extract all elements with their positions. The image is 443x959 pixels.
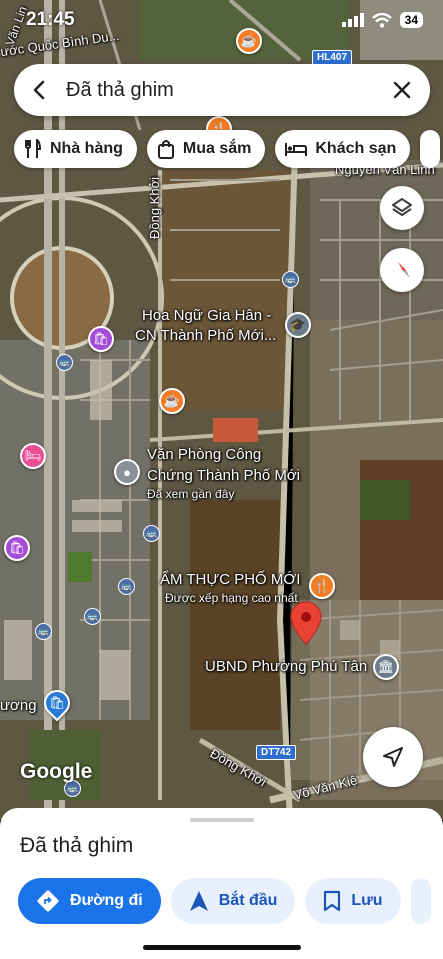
label-van-phong-line2: Chứng Thành Phố Mới (147, 467, 301, 484)
status-time: 21:45 (26, 9, 75, 30)
hotel-poi-icon[interactable]: 🛏 (20, 443, 46, 469)
chip-shopping[interactable]: Mua sắm (146, 130, 266, 168)
map-view[interactable]: HL407 DT742 ước Quốc Bình Du... Văn Lin … (0, 0, 443, 820)
sheet-drag-handle[interactable] (190, 818, 254, 822)
action-buttons: Đường đi Bắt đầu Lưu (18, 878, 431, 924)
label-am-thuc-sub: Được xếp hạng cao nhất (165, 591, 298, 605)
bus-stop-icon[interactable]: 🚌 (84, 608, 101, 625)
compass-icon (398, 262, 410, 278)
save-label: Lưu (351, 892, 383, 909)
chip-label: Khách sạn (315, 140, 397, 157)
layers-button[interactable] (380, 186, 424, 230)
road-shield-hl407: HL407 (312, 50, 353, 65)
directions-button[interactable]: Đường đi (18, 878, 161, 924)
compass-button[interactable] (380, 248, 424, 292)
bus-stop-icon[interactable]: 🚌 (118, 578, 135, 595)
recent-place-icon[interactable]: ● (114, 459, 140, 485)
shopping-bag-icon (157, 140, 174, 159)
bus-stop-icon[interactable]: 🚌 (282, 271, 299, 288)
status-bar: 21:45 34 (0, 0, 443, 40)
bus-stop-icon[interactable]: 🚌 (56, 354, 73, 371)
chip-label: Nhà hàng (50, 140, 123, 157)
shopping-poi-icon[interactable]: 🛍 (88, 326, 114, 352)
chip-label: Mua sắm (182, 140, 252, 157)
directions-icon (37, 890, 59, 912)
layers-icon (392, 198, 412, 216)
label-van-phong-line1: Văn Phòng Công (147, 446, 262, 463)
label-am-thuc: ẨM THỰC PHỐ MỚI (160, 571, 301, 588)
government-poi-icon[interactable]: 🏛 (373, 654, 399, 680)
bottom-sheet[interactable]: Đã thả ghim Đường đi Bắt đầu Lưu (0, 808, 443, 959)
category-chips: Nhà hàng Mua sắm Khách sạn (14, 130, 441, 168)
navigation-arrow-icon (383, 747, 403, 767)
battery-indicator: 34 (399, 12, 423, 28)
bus-stop-icon[interactable]: 🚌 (35, 623, 52, 640)
my-location-button[interactable] (363, 727, 423, 787)
label-dong-khoi-vertical: Đồng Khởi (147, 176, 163, 240)
cafe-poi-icon-2[interactable]: ☕ (159, 388, 185, 414)
sheet-title: Đã thả ghim (20, 834, 134, 857)
school-poi-icon[interactable]: 🎓 (285, 312, 311, 338)
google-logo: Google (20, 760, 93, 783)
start-button[interactable]: Bắt đầu (170, 878, 296, 924)
bookmark-icon (324, 890, 341, 912)
label-ubnd: UBND Phường Phú Tân (205, 658, 368, 675)
bus-stop-icon[interactable]: 🚌 (143, 525, 160, 542)
signal-icon (341, 13, 364, 27)
fork-knife-icon (25, 139, 42, 158)
label-hoa-ngu-line1: Hoa Ngữ Gia Hân - (142, 307, 272, 324)
back-button[interactable] (14, 64, 66, 116)
start-label: Bắt đầu (218, 892, 278, 909)
restaurant-poi-icon[interactable]: 🍴 (309, 573, 335, 599)
label-phuong: ương (0, 697, 37, 714)
search-query[interactable]: Đã thả ghim (66, 79, 374, 102)
search-bar[interactable]: Đã thả ghim (14, 64, 430, 116)
home-indicator (143, 945, 301, 950)
clear-search-button[interactable] (374, 64, 430, 116)
chip-restaurants[interactable]: Nhà hàng (14, 130, 137, 168)
save-button[interactable]: Lưu (305, 878, 401, 924)
dropped-pin-icon[interactable] (289, 600, 323, 646)
label-van-phong-sub: Đã xem gần đây (147, 487, 235, 501)
close-icon (393, 81, 411, 99)
back-arrow-icon (33, 80, 45, 100)
road-shield-dt742: DT742 (256, 745, 297, 760)
shopping-poi-icon-2[interactable]: 🛍 (4, 535, 30, 561)
chip-hotels[interactable]: Khách sạn (275, 130, 411, 168)
bed-icon (285, 143, 308, 156)
navigation-start-icon (189, 891, 208, 911)
label-hoa-ngu-line2: CN Thành Phố Mới... (135, 327, 277, 344)
more-actions-button[interactable] (410, 878, 431, 924)
chip-more[interactable] (420, 130, 441, 168)
directions-label: Đường đi (70, 892, 143, 909)
wifi-icon (371, 12, 392, 28)
